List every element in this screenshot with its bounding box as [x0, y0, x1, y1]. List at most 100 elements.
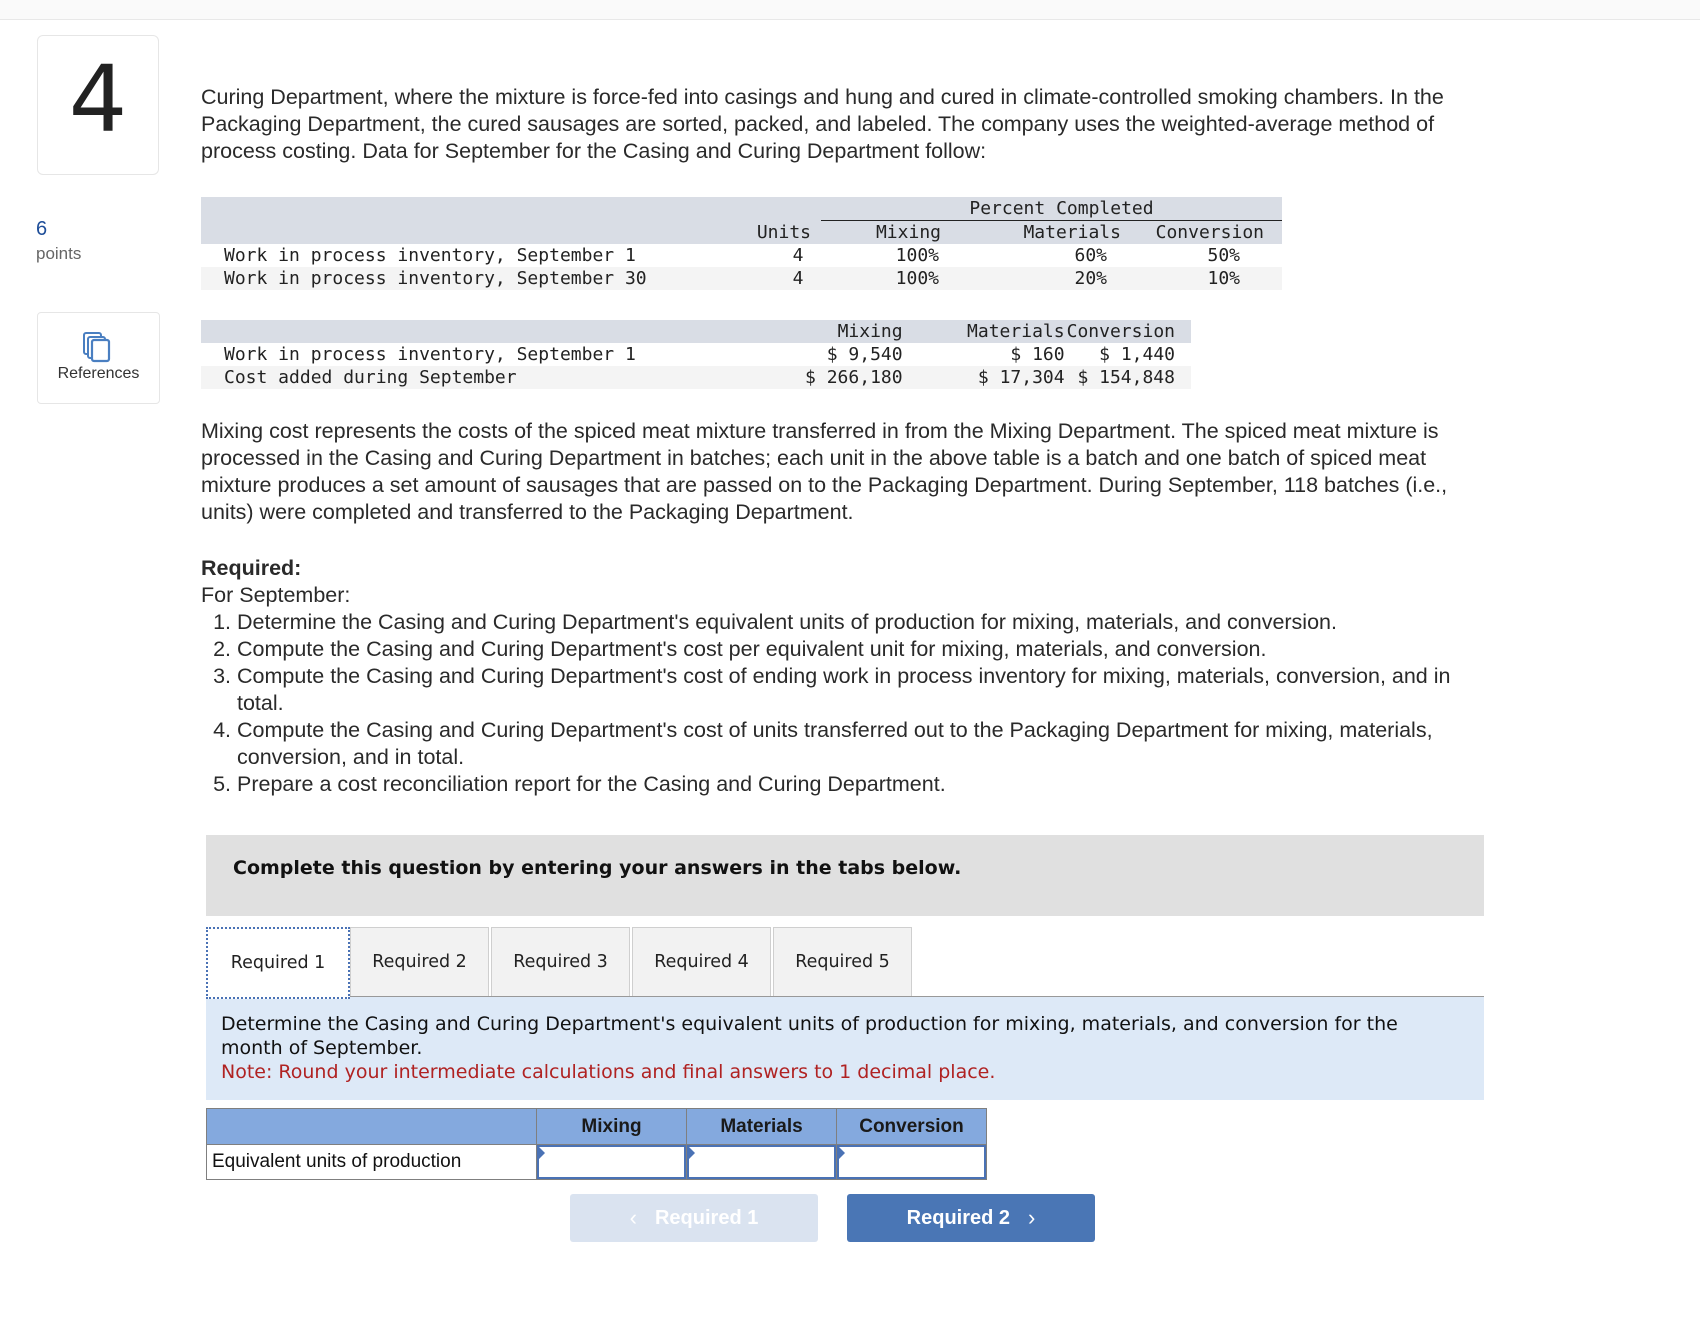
materials-cost: $ 160 [934, 343, 1067, 366]
item-number: 5. [213, 772, 231, 796]
col-conversion: Conversion [836, 1108, 987, 1145]
references-label: References [57, 365, 140, 382]
paragraph-line: mixture produces a set amount of sausage… [201, 473, 1448, 497]
mixing-cost: $ 266,180 [791, 366, 935, 389]
col-mixing: Mixing [791, 320, 935, 343]
intro-paragraph: Curing Department, where the mixture is … [201, 84, 1571, 165]
paragraph-line: units) were completed and transferred to… [201, 500, 854, 524]
materials-input[interactable] [689, 1147, 834, 1177]
col-materials: Materials [934, 320, 1067, 343]
row-label: Work in process inventory, September 1 [201, 244, 731, 267]
item-number: 4. [213, 718, 231, 742]
item-text: Compute the Casing and Curing Department… [237, 664, 1451, 688]
conversion-pct: 10% [1121, 267, 1282, 290]
header-blank [206, 1108, 537, 1145]
chevron-right-icon: › [1028, 1205, 1036, 1230]
item-text: Determine the Casing and Curing Departme… [237, 610, 1337, 634]
col-mixing: Mixing [821, 220, 951, 244]
required-item: 2. Compute the Casing and Curing Departm… [201, 636, 1571, 663]
paragraph-line: processed in the Casing and Curing Depar… [201, 446, 1427, 470]
col-materials: Materials [951, 220, 1121, 244]
intro-line: process costing. Data for September for … [201, 139, 987, 163]
mixing-cost: $ 9,540 [791, 343, 935, 366]
row-label: Work in process inventory, September 1 [201, 343, 792, 366]
tab-required-4[interactable]: Required 4 [632, 927, 771, 996]
mixing-pct: 100% [821, 244, 951, 267]
tab-required-5[interactable]: Required 5 [773, 927, 912, 996]
mixing-input[interactable] [539, 1147, 684, 1177]
required-subheading: For September: [201, 583, 351, 607]
input-flag-icon [539, 1147, 545, 1159]
chevron-left-icon: ‹ [629, 1205, 637, 1230]
materials-cell [686, 1144, 837, 1180]
input-flag-icon [689, 1147, 695, 1159]
col-mixing: Mixing [536, 1108, 687, 1145]
row-label: Cost added during September [201, 366, 792, 389]
item-text: Prepare a cost reconciliation report for… [237, 772, 946, 796]
answer-table: Mixing Materials Conversion Equivalent u… [206, 1108, 987, 1180]
item-text: conversion, and in total. [237, 745, 465, 769]
item-number: 1. [213, 610, 231, 634]
row-label: Work in process inventory, September 30 [201, 267, 731, 290]
conversion-cell [836, 1144, 987, 1180]
instruction-text: Complete this question by entering your … [233, 857, 962, 879]
table-row: Cost added during September $ 266,180 $ … [201, 366, 1191, 389]
item-text: total. [237, 691, 284, 715]
intro-line: Packaging Department, the cured sausages… [201, 112, 1435, 136]
answer-table-header-row: Mixing Materials Conversion [206, 1108, 987, 1145]
cost-table: Mixing Materials Conversion Work in proc… [201, 320, 1191, 389]
tab-required-1[interactable]: Required 1 [206, 927, 350, 999]
next-required-button[interactable]: Required 2 › [847, 1194, 1095, 1242]
tab-required-2[interactable]: Required 2 [350, 927, 489, 996]
materials-pct: 60% [951, 244, 1121, 267]
col-conversion: Conversion [1121, 220, 1282, 244]
conversion-cost: $ 1,440 [1066, 343, 1191, 366]
row-label: Equivalent units of production [206, 1144, 537, 1180]
item-number: 3. [213, 664, 231, 688]
next-label: Required 2 [906, 1206, 1011, 1229]
table-row: Work in process inventory, September 1 4… [201, 244, 1282, 267]
item-number: 2. [213, 637, 231, 661]
tab-required-3[interactable]: Required 3 [491, 927, 630, 996]
item-text: Compute the Casing and Curing Department… [237, 718, 1433, 742]
prev-label: Required 1 [654, 1206, 759, 1229]
top-bar [0, 0, 1700, 20]
required-item: 3. Compute the Casing and Curing Departm… [201, 663, 1571, 717]
col-materials: Materials [686, 1108, 837, 1145]
instruction-banner: Complete this question by entering your … [206, 835, 1484, 916]
mixing-cell [536, 1144, 687, 1180]
input-flag-icon [839, 1147, 845, 1159]
mixing-paragraph: Mixing cost represents the costs of the … [201, 418, 1571, 526]
col-units: Units [731, 220, 821, 244]
table-row: Work in process inventory, September 30 … [201, 267, 1282, 290]
item-text: Compute the Casing and Curing Department… [237, 637, 1267, 661]
intro-line: Curing Department, where the mixture is … [201, 85, 1444, 109]
materials-pct: 20% [951, 267, 1121, 290]
points-value: 6 [36, 218, 48, 240]
prev-required-button[interactable]: ‹ Required 1 [570, 1194, 818, 1242]
col-conversion: Conversion [1066, 320, 1191, 343]
required-item: 4. Compute the Casing and Curing Departm… [201, 717, 1571, 771]
required-item: 5. Prepare a cost reconciliation report … [201, 771, 1571, 798]
panel-prompt-line: month of September. [221, 1037, 423, 1059]
paragraph-line: Mixing cost represents the costs of the … [201, 419, 1439, 443]
conversion-input[interactable] [839, 1147, 984, 1177]
units-table-group-header-row: Percent Completed [201, 197, 1282, 221]
mixing-pct: 100% [821, 267, 951, 290]
percent-completed-header: Percent Completed [821, 197, 1282, 221]
table-row: Work in process inventory, September 1 $… [201, 343, 1191, 366]
required-item: 1. Determine the Casing and Curing Depar… [201, 609, 1571, 636]
materials-cost: $ 17,304 [934, 366, 1067, 389]
required-section: Required: For September: 1. Determine th… [201, 555, 1571, 798]
panel-note: Note: Round your intermediate calculatio… [221, 1061, 996, 1083]
question-panel: Determine the Casing and Curing Departme… [206, 997, 1484, 1100]
units-table-header-row: Units Mixing Materials Conversion [201, 220, 1282, 244]
references-icon [83, 332, 111, 363]
question-number-box: 4 [37, 35, 159, 175]
units-value: 4 [731, 244, 821, 267]
units-value: 4 [731, 267, 821, 290]
units-table: Percent Completed Units Mixing Materials… [201, 197, 1282, 290]
table-row: Equivalent units of production [206, 1144, 987, 1180]
references-button[interactable]: References [37, 312, 160, 404]
panel-prompt-line: Determine the Casing and Curing Departme… [221, 1013, 1398, 1035]
